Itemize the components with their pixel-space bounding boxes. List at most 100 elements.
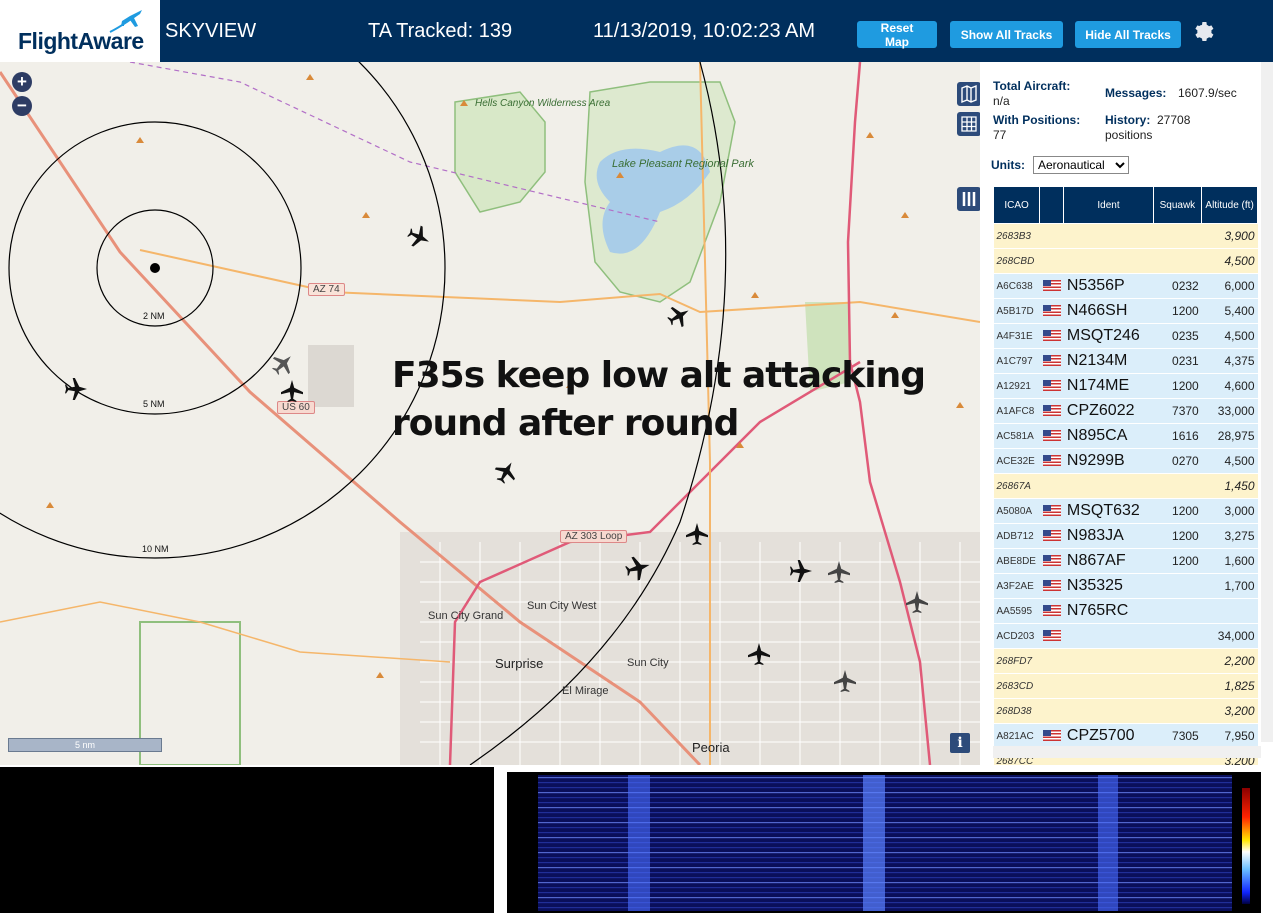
altitude-cell: 4,500 xyxy=(1201,323,1258,349)
flag-cell xyxy=(1039,673,1064,699)
table-row[interactable]: 2683CD 1,825 xyxy=(993,673,1258,699)
info-button[interactable]: i xyxy=(950,733,970,753)
altitude-cell: 4,500 xyxy=(1201,248,1258,274)
altitude-cell: 3,200 xyxy=(1201,698,1258,724)
icao-cell: AC581A xyxy=(993,423,1040,449)
us-flag-icon xyxy=(1042,355,1061,367)
table-row[interactable]: ACD203 34,000 xyxy=(993,623,1258,649)
icao-cell: 26867A xyxy=(993,473,1040,499)
units-label: Units: xyxy=(991,158,1025,172)
zoom-in-button[interactable]: + xyxy=(12,72,32,92)
units-select[interactable]: Aeronautical xyxy=(1033,156,1129,174)
place-sun-city-west: Sun City West xyxy=(527,600,597,612)
icao-cell: ACD203 xyxy=(993,623,1040,649)
sidebar-scrollbar-horizontal[interactable] xyxy=(993,746,1261,758)
columns-icon[interactable] xyxy=(957,187,980,211)
table-row[interactable]: A3F2AE N35325 1,700 xyxy=(993,573,1258,599)
table-row[interactable]: A6C638 N5356P 0232 6,000 xyxy=(993,273,1258,299)
icao-cell: 268CBD xyxy=(993,248,1040,274)
flag-cell xyxy=(1039,298,1064,324)
us-flag-icon xyxy=(1042,505,1061,517)
table-row[interactable]: AC581A N895CA 1616 28,975 xyxy=(993,423,1258,449)
flightaware-logo[interactable]: FlightAware xyxy=(0,0,160,62)
flag-cell xyxy=(1039,548,1064,574)
grid-icon[interactable] xyxy=(957,112,980,136)
col-ident[interactable]: Ident xyxy=(1063,186,1154,224)
sidebar-scrollbar-vertical[interactable] xyxy=(1261,62,1273,742)
ident-cell: N983JA xyxy=(1063,523,1154,549)
waterfall-display xyxy=(538,775,1232,911)
place-surprise: Surprise xyxy=(495,656,544,671)
squawk-cell xyxy=(1153,473,1202,499)
icao-cell: A3F2AE xyxy=(993,573,1040,599)
table-row[interactable]: 268CBD 4,500 xyxy=(993,248,1258,274)
messages-value: 1607.9/sec xyxy=(1178,86,1237,100)
squawk-cell: 1200 xyxy=(1153,298,1202,324)
flag-cell xyxy=(1039,623,1064,649)
col-flag[interactable] xyxy=(1039,186,1065,224)
icao-cell: A5080A xyxy=(993,498,1040,524)
history-value: 27708 positions xyxy=(1105,113,1191,142)
flag-cell xyxy=(1039,423,1064,449)
table-row[interactable]: ACE32E N9299B 0270 4,500 xyxy=(993,448,1258,474)
ident-cell: N895CA xyxy=(1063,423,1154,449)
altitude-cell: 7,950 xyxy=(1201,723,1258,749)
table-row[interactable]: A5B17D N466SH 1200 5,400 xyxy=(993,298,1258,324)
show-all-tracks-button[interactable]: Show All Tracks xyxy=(950,21,1063,48)
table-row[interactable]: AA5595 N765RC xyxy=(993,598,1258,624)
table-row[interactable]: A12921 N174ME 1200 4,600 xyxy=(993,373,1258,399)
us-flag-icon xyxy=(1042,605,1061,617)
table-row[interactable]: A1C797 N2134M 0231 4,375 xyxy=(993,348,1258,374)
hide-all-tracks-button[interactable]: Hide All Tracks xyxy=(1075,21,1181,48)
annotation-line-1: F35s keep low alt attacking xyxy=(392,355,926,396)
gear-icon[interactable] xyxy=(1192,20,1216,44)
altitude-cell: 6,000 xyxy=(1201,273,1258,299)
table-row[interactable]: 268D38 3,200 xyxy=(993,698,1258,724)
table-row[interactable]: ABE8DE N867AF 1200 1,600 xyxy=(993,548,1258,574)
aircraft-sidebar: Total Aircraft: n/a Messages: 1607.9/sec… xyxy=(981,62,1273,765)
map-view[interactable]: Hells Canyon Wilderness Area Lake Pleasa… xyxy=(0,62,980,765)
flag-cell xyxy=(1039,723,1064,749)
altitude-cell: 4,500 xyxy=(1201,448,1258,474)
ident-cell xyxy=(1063,623,1154,649)
table-row[interactable]: 26867A 1,450 xyxy=(993,473,1258,499)
ident-cell: N466SH xyxy=(1063,298,1154,324)
zoom-out-button[interactable]: − xyxy=(12,96,32,116)
altitude-cell: 1,450 xyxy=(1201,473,1258,499)
altitude-cell: 2,200 xyxy=(1201,648,1258,674)
map-layer-icon[interactable] xyxy=(957,82,980,106)
table-row[interactable]: A4F31E MSQT246 0235 4,500 xyxy=(993,323,1258,349)
ident-cell: N9299B xyxy=(1063,448,1154,474)
squawk-cell xyxy=(1153,673,1202,699)
reset-map-button[interactable]: Reset Map xyxy=(857,21,937,49)
ring-label-5nm: 5 NM xyxy=(143,399,165,409)
messages-label: Messages: xyxy=(1105,86,1167,100)
table-row[interactable]: A1AFC8 CPZ6022 7370 33,000 xyxy=(993,398,1258,424)
squawk-cell: 1200 xyxy=(1153,373,1202,399)
squawk-cell xyxy=(1153,223,1202,249)
icao-cell: ABE8DE xyxy=(993,548,1040,574)
table-row[interactable]: 268FD7 2,200 xyxy=(993,648,1258,674)
table-row[interactable]: A821AC CPZ5700 7305 7,950 xyxy=(993,723,1258,749)
col-squawk[interactable]: Squawk xyxy=(1152,186,1203,224)
altitude-cell: 3,275 xyxy=(1201,523,1258,549)
us-flag-icon xyxy=(1042,455,1061,467)
flag-cell xyxy=(1039,398,1064,424)
col-altitude[interactable]: Altitude (ft) xyxy=(1201,186,1258,224)
ident-cell xyxy=(1063,248,1154,274)
col-icao[interactable]: ICAO xyxy=(992,186,1041,224)
table-row[interactable]: A5080A MSQT632 1200 3,000 xyxy=(993,498,1258,524)
clock: 11/13/2019, 10:02:23 AM xyxy=(593,20,816,42)
flag-cell xyxy=(1039,348,1064,374)
with-positions-value: 77 xyxy=(993,128,1007,142)
icao-cell: 2683B3 xyxy=(993,223,1040,249)
annotation-line-2: round after round xyxy=(392,403,739,444)
altitude-cell: 3,000 xyxy=(1201,498,1258,524)
table-row[interactable]: ADB712 N983JA 1200 3,275 xyxy=(993,523,1258,549)
table-row[interactable]: 2683B3 3,900 xyxy=(993,223,1258,249)
total-aircraft-value: n/a xyxy=(993,94,1010,108)
squawk-cell xyxy=(1153,248,1202,274)
ident-cell: CPZ5700 xyxy=(1063,723,1154,749)
us-flag-icon xyxy=(1042,430,1061,442)
us-flag-icon xyxy=(1042,530,1061,542)
